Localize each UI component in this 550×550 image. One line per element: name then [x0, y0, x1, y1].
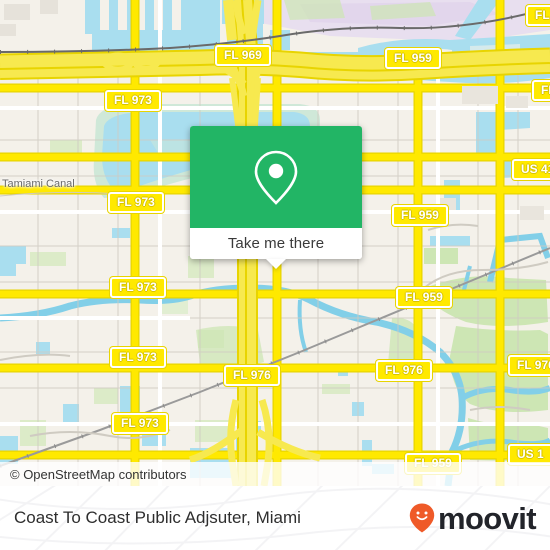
road-shield: FL 973: [108, 192, 164, 213]
road-shield: FL 959: [385, 48, 441, 69]
take-me-there-label: Take me there: [227, 235, 325, 252]
road-shield: FL 976: [508, 355, 550, 376]
popup-icon-area: [190, 126, 362, 228]
moovit-wordmark: moovit: [437, 500, 537, 536]
popup-pointer-tail: [266, 259, 286, 269]
road-shield: FL: [526, 5, 550, 26]
moovit-brand[interactable]: moovit: [409, 503, 550, 534]
attribution-bar: © OpenStreetMap contributors: [0, 462, 550, 486]
road-shield: FL 959: [396, 287, 452, 308]
map-canvas[interactable]: FL 969 FL 973 FL 959 FL FL FL 973 US 41 …: [0, 0, 550, 486]
road-shield: FL 969: [215, 45, 271, 66]
footer-bar: Coast To Coast Public Adjsuter, Miami mo…: [0, 486, 550, 550]
moovit-pin-icon: [409, 503, 435, 533]
osm-attribution-text[interactable]: © OpenStreetMap contributors: [0, 467, 187, 482]
road-shield: FL 973: [110, 277, 166, 298]
road-shield: FL 959: [392, 205, 448, 226]
road-shield: FL 973: [105, 90, 161, 111]
road-shield: US 41: [512, 159, 550, 180]
popup-action-row[interactable]: Take me there: [190, 228, 362, 259]
location-popup-card[interactable]: Take me there: [190, 126, 362, 269]
road-shield: FL 976: [224, 365, 280, 386]
road-shield: FL 973: [110, 347, 166, 368]
place-label-tamiami-canal: Tamiami Canal: [2, 178, 75, 190]
road-shield: FL 973: [112, 413, 168, 434]
map-pin-icon: [254, 150, 298, 205]
map-screenshot: FL 969 FL 973 FL 959 FL FL FL 973 US 41 …: [0, 0, 550, 550]
road-shield: FL: [532, 80, 550, 101]
road-shield: FL 976: [376, 360, 432, 381]
page-title: Coast To Coast Public Adjsuter, Miami: [14, 508, 301, 527]
